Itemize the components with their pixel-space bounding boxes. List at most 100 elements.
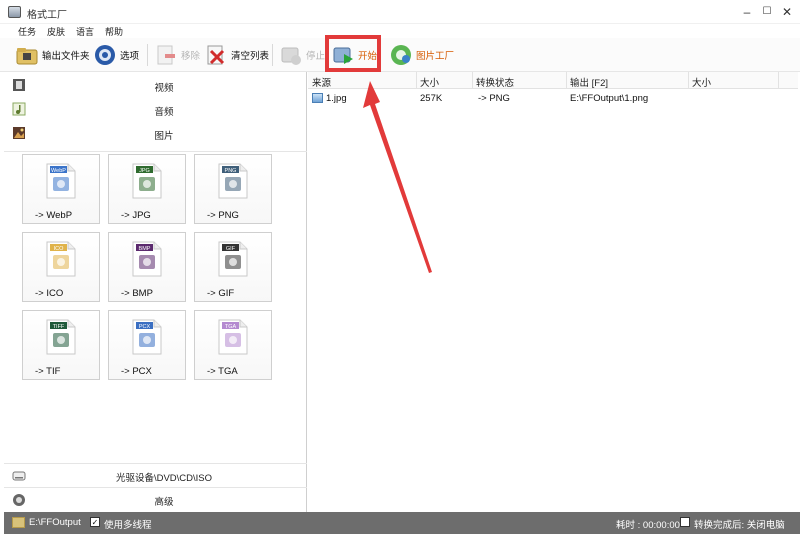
format-badge-text: ICO	[54, 246, 65, 252]
file-format-icon: WebP	[44, 163, 78, 199]
picture-factory-button[interactable]: 图片工厂	[390, 42, 454, 68]
app-icon	[8, 6, 21, 18]
format-tile[interactable]: PCX -> PCX	[108, 310, 186, 380]
output-folder-icon[interactable]	[12, 517, 25, 528]
category-picture[interactable]: 图片	[4, 122, 307, 146]
close-button[interactable]: ✕	[776, 3, 798, 21]
category-video[interactable]: 视频	[4, 74, 307, 98]
task-list-panel: 来源 大小 转换状态 输出 [F2] 大小 1.jpg 257K -> PNG …	[308, 72, 798, 512]
format-badge-text: BMP	[139, 246, 151, 252]
elapsed-time: 耗时 : 00:00:00	[616, 520, 680, 531]
picture-factory-label: 图片工厂	[416, 51, 455, 62]
category-advanced[interactable]: 高级	[4, 487, 307, 511]
window-title: 格式工厂	[27, 10, 67, 21]
row-output: E:\FFOutput\1.png	[570, 93, 649, 104]
row-status: -> PNG	[478, 93, 510, 104]
start-highlight-box	[325, 35, 381, 72]
format-tile-label: -> JPG	[121, 210, 151, 221]
format-badge-text: TIFF	[53, 324, 65, 330]
file-format-icon: JPG	[130, 163, 164, 199]
toolbar: 输出文件夹 选项 移除 清空列表 停止 开始 图片工厂	[0, 38, 800, 72]
toolbar-separator	[272, 44, 273, 66]
options-button[interactable]: 选项	[94, 42, 139, 68]
file-format-icon: TIFF	[44, 319, 78, 355]
format-tile-label: -> GIF	[207, 288, 235, 299]
column-divider	[566, 72, 567, 89]
file-format-icon: PNG	[216, 163, 250, 199]
stop-label: 停止	[306, 51, 326, 62]
format-badge-text: TGA	[225, 324, 237, 330]
remove-button[interactable]: 移除	[155, 42, 200, 68]
column-divider	[472, 72, 473, 89]
clear-list-icon	[205, 44, 227, 66]
format-badge-text: GIF	[226, 246, 236, 252]
options-label: 选项	[120, 51, 140, 62]
format-tile-label: -> ICO	[35, 288, 64, 299]
minimize-button[interactable]: –	[736, 3, 758, 21]
image-file-icon	[312, 93, 323, 103]
status-bar: E:\FFOutput ✓ 使用多线程 耗时 : 00:00:00 转换完成后:…	[4, 512, 800, 534]
category-video-label: 视频	[154, 83, 174, 94]
format-tile-label: -> WebP	[35, 210, 73, 221]
multithread-label: 使用多线程	[104, 520, 152, 531]
after-done-checkbox[interactable]	[680, 517, 690, 527]
column-source[interactable]: 来源	[312, 75, 331, 89]
output-folder-button[interactable]: 输出文件夹	[16, 42, 90, 68]
row-source: 1.jpg	[326, 93, 347, 104]
format-tile[interactable]: JPG -> JPG	[108, 154, 186, 224]
output-folder-label: 输出文件夹	[42, 51, 90, 62]
category-audio-label: 音频	[154, 107, 174, 118]
column-output-size[interactable]: 大小	[692, 75, 711, 89]
category-picture-label: 图片	[154, 131, 174, 142]
options-gear-icon	[94, 44, 116, 66]
column-output[interactable]: 输出 [F2]	[570, 75, 608, 89]
format-tile[interactable]: GIF -> GIF	[194, 232, 272, 302]
file-format-icon: TGA	[216, 319, 250, 355]
menu-skin[interactable]: 皮肤	[47, 25, 65, 38]
category-advanced-label: 高级	[154, 497, 174, 508]
menu-bar: 任务 皮肤 语言 帮助	[0, 24, 800, 38]
format-tile[interactable]: TIFF -> TIF	[22, 310, 100, 380]
format-tile-label: -> TGA	[207, 366, 238, 377]
left-panel: 视频 音频 图片 WebP -> WebP JPG -> JPG PNG -> PNG IC…	[4, 72, 307, 512]
remove-label: 移除	[181, 51, 201, 62]
category-audio[interactable]: 音频	[4, 98, 307, 122]
stop-icon	[280, 44, 302, 66]
format-tile[interactable]: PNG -> PNG	[194, 154, 272, 224]
column-status[interactable]: 转换状态	[476, 75, 514, 89]
table-row[interactable]: 1.jpg 257K -> PNG E:\FFOutput\1.png	[308, 90, 798, 106]
menu-task[interactable]: 任务	[18, 25, 36, 38]
column-divider	[688, 72, 689, 89]
maximize-button[interactable]: ☐	[756, 3, 778, 21]
format-tile[interactable]: WebP -> WebP	[22, 154, 100, 224]
format-tile-label: -> BMP	[121, 288, 153, 299]
format-badge-text: JPG	[139, 168, 150, 174]
clear-list-button[interactable]: 清空列表	[205, 42, 269, 68]
row-size: 257K	[420, 93, 443, 104]
file-format-icon: GIF	[216, 241, 250, 277]
output-path[interactable]: E:\FFOutput	[29, 517, 81, 528]
file-format-icon: BMP	[130, 241, 164, 277]
format-tile[interactable]: BMP -> BMP	[108, 232, 186, 302]
after-done-label[interactable]: 转换完成后: 关闭电脑	[694, 517, 785, 531]
menu-language[interactable]: 语言	[76, 25, 94, 38]
multithread-checkbox[interactable]: ✓	[90, 517, 100, 527]
menu-help[interactable]: 帮助	[105, 25, 123, 38]
stop-button[interactable]: 停止	[280, 42, 325, 68]
task-list-header: 来源 大小 转换状态 输出 [F2] 大小	[308, 72, 798, 89]
format-tile[interactable]: ICO -> ICO	[22, 232, 100, 302]
category-disc[interactable]: 光驱设备\DVD\CD\ISO	[4, 463, 307, 487]
column-divider	[416, 72, 417, 89]
format-tile-label: -> PNG	[207, 210, 239, 221]
format-tile-label: -> TIF	[35, 366, 61, 377]
clear-list-label: 清空列表	[231, 51, 270, 62]
format-tile[interactable]: TGA -> TGA	[194, 310, 272, 380]
format-badge-text: WebP	[51, 168, 66, 174]
file-format-icon: PCX	[130, 319, 164, 355]
column-size[interactable]: 大小	[420, 75, 439, 89]
picture-factory-icon	[390, 44, 412, 66]
category-divider	[4, 151, 307, 152]
format-tile-label: -> PCX	[121, 366, 152, 377]
category-disc-label: 光驱设备\DVD\CD\ISO	[115, 473, 213, 484]
remove-icon	[155, 44, 177, 66]
